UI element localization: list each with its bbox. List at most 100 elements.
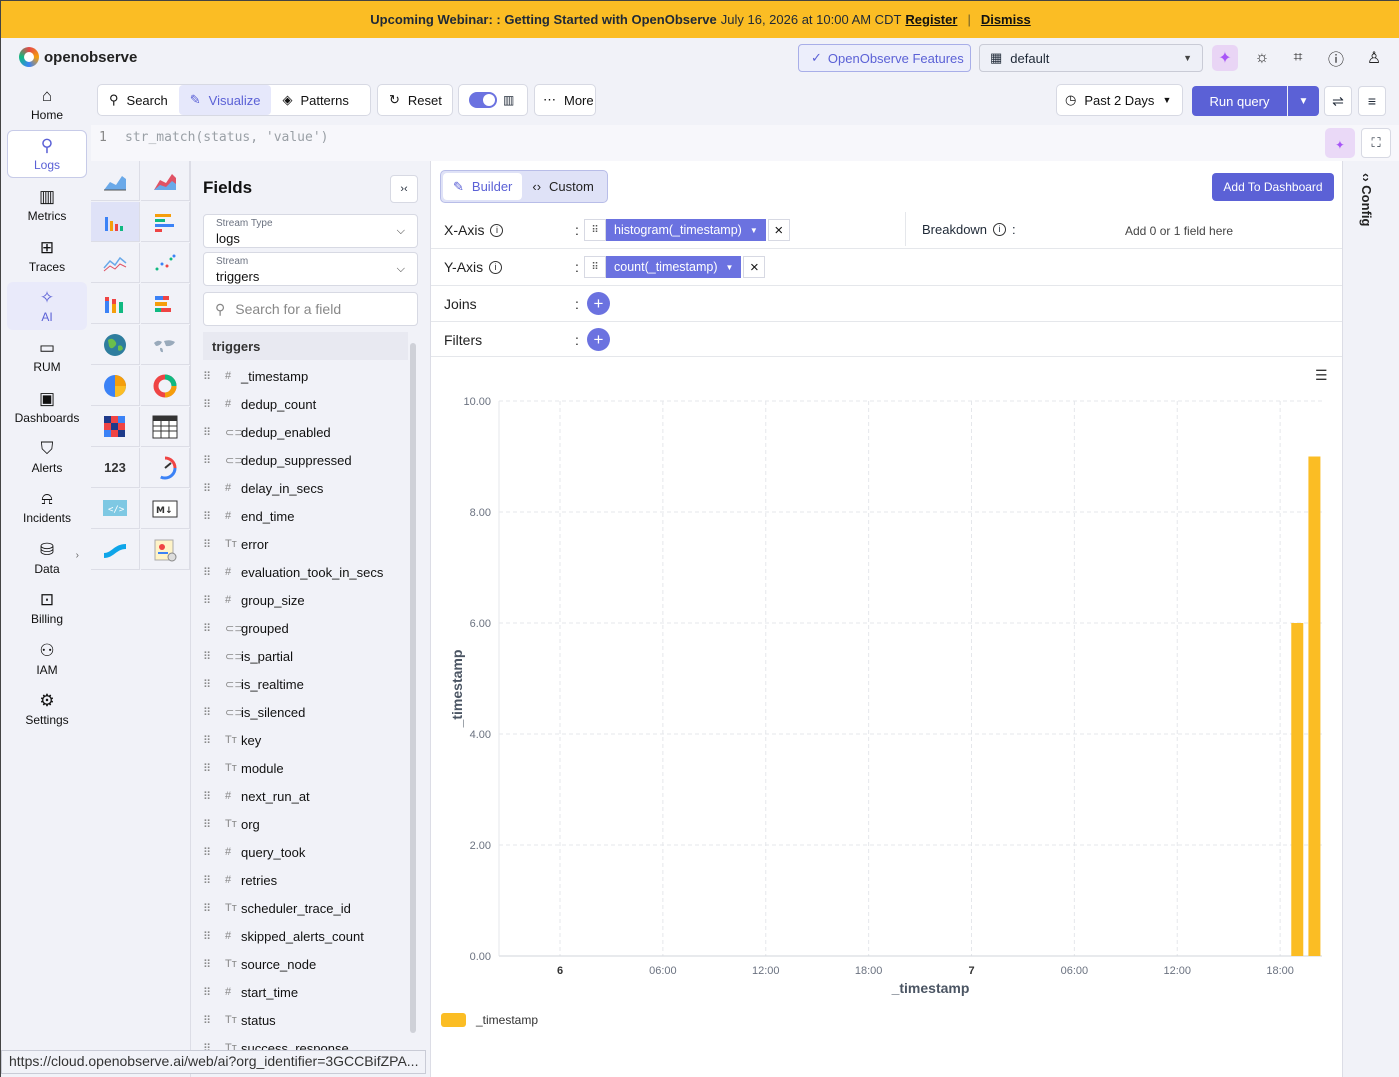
y-axis-field-chip[interactable]: ⠿ count(_timestamp) ▼ ×: [584, 256, 766, 278]
logo[interactable]: openobserve: [19, 47, 137, 67]
drag-handle-icon[interactable]: ⠿: [584, 219, 606, 241]
list-item[interactable]: ⠿ # start_time: [203, 978, 408, 1006]
area-chart-icon[interactable]: [91, 161, 140, 201]
add-join-icon[interactable]: +: [587, 292, 610, 315]
drag-handle-icon[interactable]: ⠿: [203, 846, 225, 859]
sidebar-item-traces[interactable]: ⊞ Traces: [7, 232, 87, 280]
sidebar-item-rum[interactable]: ▭ RUM: [7, 332, 87, 380]
user-icon[interactable]: ♙: [1361, 45, 1387, 71]
drag-handle-icon[interactable]: ⠿: [203, 594, 225, 607]
ai-sparkle-icon[interactable]: ✦: [1325, 128, 1355, 158]
list-item[interactable]: ⠿ # next_run_at: [203, 782, 408, 810]
share-icon[interactable]: ⇌: [1324, 86, 1352, 116]
drag-handle-icon[interactable]: ⠿: [203, 426, 225, 439]
list-item[interactable]: ⠿ # dedup_count: [203, 390, 408, 418]
sidebar-item-settings[interactable]: ⚙ Settings: [7, 685, 87, 733]
tab-search[interactable]: ⚲ Search: [98, 85, 179, 115]
tab-visualize[interactable]: ✎ Visualize: [178, 85, 272, 115]
time-range-picker[interactable]: ◷ Past 2 Days ▼: [1056, 84, 1183, 116]
remove-x-field-icon[interactable]: ×: [767, 219, 790, 241]
drag-handle-icon[interactable]: ⠿: [203, 538, 225, 551]
openobserve-features-button[interactable]: ✓ OpenObserve Features: [798, 44, 971, 72]
chart-toggle[interactable]: ▥: [458, 84, 528, 116]
drag-handle-icon[interactable]: ⠿: [203, 790, 225, 803]
list-item[interactable]: ⠿ # end_time: [203, 502, 408, 530]
sidebar-item-data[interactable]: ⛁ Data ›: [7, 534, 87, 582]
breakdown-dropzone[interactable]: Add 0 or 1 field here: [1125, 224, 1233, 238]
add-filter-icon[interactable]: +: [587, 328, 610, 351]
fields-scrollbar[interactable]: [410, 343, 416, 1033]
tab-builder[interactable]: ✎ Builder: [443, 173, 523, 200]
list-item[interactable]: ⠿ # _timestamp: [203, 362, 408, 390]
drag-handle-icon[interactable]: ⠿: [203, 986, 225, 999]
html-icon[interactable]: </>: [91, 489, 140, 529]
pie-chart-icon[interactable]: [91, 366, 140, 406]
donut-chart-icon[interactable]: [141, 366, 190, 406]
ai-assistant-icon[interactable]: ✦: [1212, 45, 1238, 71]
list-item[interactable]: ⠿ Tт status: [203, 1006, 408, 1034]
menu-icon[interactable]: ≡: [1358, 86, 1386, 116]
stacked-bar-chart-icon[interactable]: [91, 284, 140, 324]
drag-handle-icon[interactable]: ⠿: [203, 370, 225, 383]
drag-handle-icon[interactable]: ⠿: [203, 1014, 225, 1027]
run-query-button[interactable]: Run query: [1192, 86, 1287, 116]
theme-sun-icon[interactable]: ☼: [1249, 45, 1275, 71]
drag-handle-icon[interactable]: ⠿: [203, 706, 225, 719]
list-item[interactable]: ⠿ Tт org: [203, 810, 408, 838]
custom-chart-icon[interactable]: [141, 530, 190, 570]
add-to-dashboard-button[interactable]: Add To Dashboard: [1212, 173, 1334, 201]
sidebar-item-metrics[interactable]: ▥ Metrics: [7, 181, 87, 229]
stream-type-select[interactable]: Stream Type logs ⌵: [203, 214, 418, 248]
list-item[interactable]: ⠿ Tт module: [203, 754, 408, 782]
horizontal-bar-chart-icon[interactable]: [141, 202, 190, 242]
list-item[interactable]: ⠿ Tт error: [203, 530, 408, 558]
drag-handle-icon[interactable]: ⠿: [203, 818, 225, 831]
toggle-switch[interactable]: [469, 92, 497, 108]
fullscreen-icon[interactable]: ⛶: [1361, 128, 1391, 158]
sidebar-item-incidents[interactable]: ⍾ Incidents: [7, 483, 87, 531]
bar-chart-icon[interactable]: [91, 202, 140, 242]
drag-handle-icon[interactable]: ⠿: [203, 454, 225, 467]
slack-icon[interactable]: ⌗: [1285, 45, 1311, 71]
list-item[interactable]: ⠿ # group_size: [203, 586, 408, 614]
drag-handle-icon[interactable]: ⠿: [203, 650, 225, 663]
sidebar-item-ai[interactable]: ✧ AI: [7, 282, 87, 330]
remove-y-field-icon[interactable]: ×: [743, 256, 766, 278]
list-item[interactable]: ⠿ ⊂⊃ dedup_enabled: [203, 418, 408, 446]
sidebar-item-iam[interactable]: ⚇ IAM: [7, 635, 87, 683]
drag-handle-icon[interactable]: ⠿: [203, 958, 225, 971]
reset-button[interactable]: ↻ Reset: [377, 84, 453, 116]
more-button[interactable]: ⋯ More: [534, 84, 596, 116]
table-icon[interactable]: [141, 407, 190, 447]
drag-handle-icon[interactable]: ⠿: [203, 482, 225, 495]
drag-handle-icon[interactable]: ⠿: [203, 510, 225, 523]
list-item[interactable]: ⠿ # delay_in_secs: [203, 474, 408, 502]
tab-custom[interactable]: ‹› Custom: [522, 173, 603, 200]
config-panel-toggle[interactable]: ‹› Config: [1342, 161, 1399, 1077]
line-chart-icon[interactable]: [91, 243, 140, 283]
drag-handle-icon[interactable]: ⠿: [584, 256, 606, 278]
sidebar-item-logs[interactable]: ⚲ Logs: [7, 130, 87, 178]
list-item[interactable]: ⠿ ⊂⊃ is_partial: [203, 642, 408, 670]
stream-group-header[interactable]: triggers: [203, 332, 408, 360]
scatter-chart-icon[interactable]: [141, 243, 190, 283]
y-axis-field[interactable]: count(_timestamp) ▼: [606, 256, 742, 278]
markdown-icon[interactable]: M↓: [141, 489, 190, 529]
stacked-area-chart-icon[interactable]: [141, 161, 190, 201]
chart-legend[interactable]: _timestamp: [441, 1013, 538, 1027]
sidebar-item-billing[interactable]: ⊡ Billing: [7, 584, 87, 632]
tab-patterns[interactable]: ◈ Patterns: [271, 85, 359, 115]
help-icon[interactable]: ⓘ: [1323, 45, 1349, 71]
sankey-icon[interactable]: [91, 530, 140, 570]
drag-handle-icon[interactable]: ⠿: [203, 762, 225, 775]
dismiss-link[interactable]: Dismiss: [981, 12, 1031, 27]
list-item[interactable]: ⠿ Tт key: [203, 726, 408, 754]
drag-handle-icon[interactable]: ⠿: [203, 398, 225, 411]
drag-handle-icon[interactable]: ⠿: [203, 622, 225, 635]
drag-handle-icon[interactable]: ⠿: [203, 902, 225, 915]
collapse-panel-icon[interactable]: ›‹: [390, 175, 418, 203]
list-item[interactable]: ⠿ Tт scheduler_trace_id: [203, 894, 408, 922]
drag-handle-icon[interactable]: ⠿: [203, 678, 225, 691]
drag-handle-icon[interactable]: ⠿: [203, 566, 225, 579]
list-item[interactable]: ⠿ # retries: [203, 866, 408, 894]
